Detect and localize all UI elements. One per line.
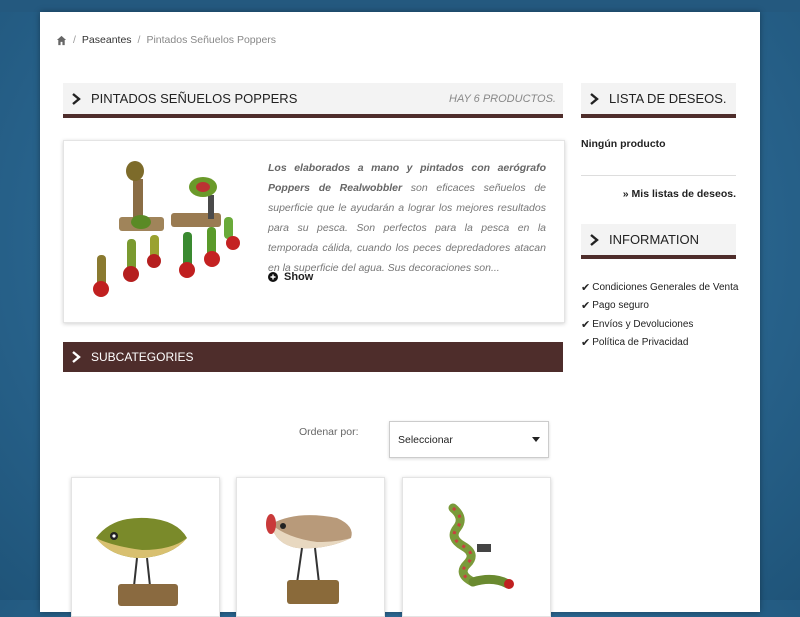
info-link-label: Envíos y Devoluciones	[592, 318, 694, 330]
info-link-shipping[interactable]: ✔ Envíos y Devoluciones	[581, 315, 738, 334]
home-icon[interactable]	[56, 35, 67, 46]
breadcrumb-separator: /	[137, 34, 141, 46]
chevron-right-icon	[72, 351, 81, 363]
product-image	[257, 498, 364, 608]
divider	[581, 175, 736, 176]
wishlist-title: LISTA DE DESEOS.	[609, 91, 727, 106]
sort-select[interactable]: Seleccionar	[389, 421, 549, 458]
breadcrumb-link-paseantes[interactable]: Paseantes	[82, 34, 132, 46]
my-wishlists-link[interactable]: » Mis listas de deseos.	[581, 188, 736, 200]
information-list: ✔ Condiciones Generales de Venta ✔ Pago se…	[581, 278, 738, 352]
page-container: / Paseantes / Pintados Señuelos Poppers …	[40, 12, 760, 617]
info-link-terms[interactable]: ✔ Condiciones Generales de Venta	[581, 278, 738, 297]
wishlist-empty-text: Ningún producto	[581, 138, 666, 150]
information-title: INFORMATION	[609, 232, 700, 247]
product-image	[423, 498, 530, 608]
check-icon: ✔	[581, 300, 591, 313]
caret-down-icon	[532, 437, 540, 442]
info-link-label: Condiciones Generales de Venta	[592, 281, 739, 293]
show-more-button[interactable]: Show	[268, 271, 313, 283]
chevron-right-icon	[72, 92, 81, 105]
product-card[interactable]	[402, 477, 551, 617]
category-header: PINTADOS SEÑUELOS POPPERS HAY 6 PRODUCTO…	[63, 83, 563, 118]
subcategories-header: SUBCATEGORIES	[63, 342, 563, 372]
description-text: Los elaborados a mano y pintados con aer…	[268, 158, 546, 278]
sort-selected-value: Seleccionar	[398, 433, 453, 446]
info-link-label: Pago seguro	[592, 300, 649, 312]
plus-circle-icon	[268, 272, 278, 282]
description-rest: son eficaces señuelos de superficie que …	[268, 182, 546, 274]
product-card[interactable]	[71, 477, 220, 617]
info-link-secure-payment[interactable]: ✔ Pago seguro	[581, 297, 738, 316]
info-link-label: Política de Privacidad	[592, 337, 689, 349]
chevron-right-icon	[590, 233, 599, 246]
information-header: INFORMATION	[581, 224, 736, 259]
chevron-right-icon	[590, 92, 599, 105]
category-image	[83, 157, 246, 303]
breadcrumb: / Paseantes / Pintados Señuelos Poppers	[56, 34, 276, 46]
sort-label: Ordenar por:	[299, 426, 359, 438]
check-icon: ✔	[581, 337, 591, 350]
show-more-label: Show	[284, 271, 314, 283]
breadcrumb-separator: /	[73, 34, 76, 46]
category-description: Los elaborados a mano y pintados con aer…	[63, 140, 565, 323]
check-icon: ✔	[581, 281, 591, 294]
product-count: HAY 6 PRODUCTOS.	[449, 92, 556, 105]
product-card[interactable]	[236, 477, 385, 617]
wishlist-header: LISTA DE DESEOS.	[581, 83, 736, 118]
info-link-privacy[interactable]: ✔ Política de Privacidad	[581, 334, 738, 353]
top-bar	[0, 0, 800, 12]
product-image	[92, 498, 199, 608]
check-icon: ✔	[581, 318, 591, 331]
category-title: PINTADOS SEÑUELOS POPPERS	[91, 91, 298, 106]
breadcrumb-current: Pintados Señuelos Poppers	[146, 34, 277, 46]
subcategories-title: SUBCATEGORIES	[91, 350, 194, 364]
